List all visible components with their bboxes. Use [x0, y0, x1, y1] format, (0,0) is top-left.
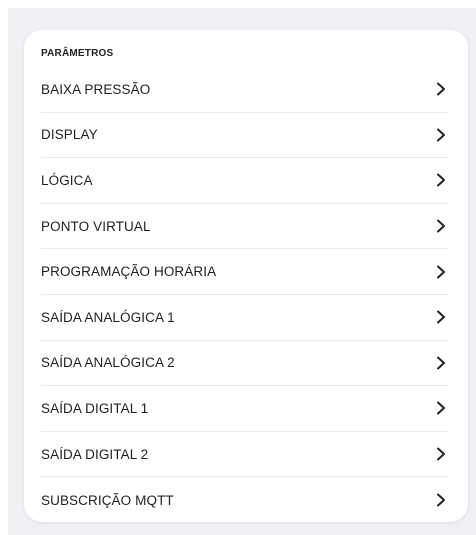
list-item-saida-analogica-2[interactable]: SAÍDA ANALÓGICA 2 [41, 341, 448, 387]
parameters-card: PARÂMETROS BAIXA PRESSÃO DISPLAY LÓGICA … [24, 30, 468, 522]
chevron-right-icon [434, 310, 448, 324]
chevron-right-icon [434, 173, 448, 187]
list-item-label: SAÍDA DIGITAL 1 [41, 400, 149, 416]
chevron-right-icon [434, 401, 448, 415]
list-item-ponto-virtual[interactable]: PONTO VIRTUAL [41, 204, 448, 250]
list-item-saida-digital-1[interactable]: SAÍDA DIGITAL 1 [41, 386, 448, 432]
section-title: PARÂMETROS [41, 48, 114, 59]
list-item-label: PROGRAMAÇÃO HORÁRIA [41, 264, 217, 280]
chevron-right-icon [434, 493, 448, 507]
list-item-label: PONTO VIRTUAL [41, 218, 151, 234]
chevron-right-icon [434, 447, 448, 461]
list-item-label: SAÍDA ANALÓGICA 1 [41, 309, 175, 325]
chevron-right-icon [434, 265, 448, 279]
chevron-right-icon [434, 219, 448, 233]
chevron-right-icon [434, 356, 448, 370]
list-item-display[interactable]: DISPLAY [41, 113, 448, 159]
parameters-list: BAIXA PRESSÃO DISPLAY LÓGICA PONTO VIRTU… [41, 67, 448, 523]
chevron-right-icon [434, 128, 448, 142]
list-item-label: LÓGICA [41, 172, 93, 188]
list-item-label: SUBSCRIÇÃO MQTT [41, 492, 174, 508]
list-item-subscricao-mqtt[interactable]: SUBSCRIÇÃO MQTT [41, 477, 448, 523]
chevron-right-icon [434, 82, 448, 96]
list-item-baixa-pressao[interactable]: BAIXA PRESSÃO [41, 67, 448, 113]
list-item-saida-digital-2[interactable]: SAÍDA DIGITAL 2 [41, 432, 448, 478]
list-item-programacao-horaria[interactable]: PROGRAMAÇÃO HORÁRIA [41, 249, 448, 295]
list-item-saida-analogica-1[interactable]: SAÍDA ANALÓGICA 1 [41, 295, 448, 341]
list-item-label: BAIXA PRESSÃO [41, 81, 151, 97]
list-item-label: DISPLAY [41, 127, 98, 143]
list-item-label: SAÍDA ANALÓGICA 2 [41, 355, 175, 371]
list-item-label: SAÍDA DIGITAL 2 [41, 446, 149, 462]
list-item-logica[interactable]: LÓGICA [41, 158, 448, 204]
